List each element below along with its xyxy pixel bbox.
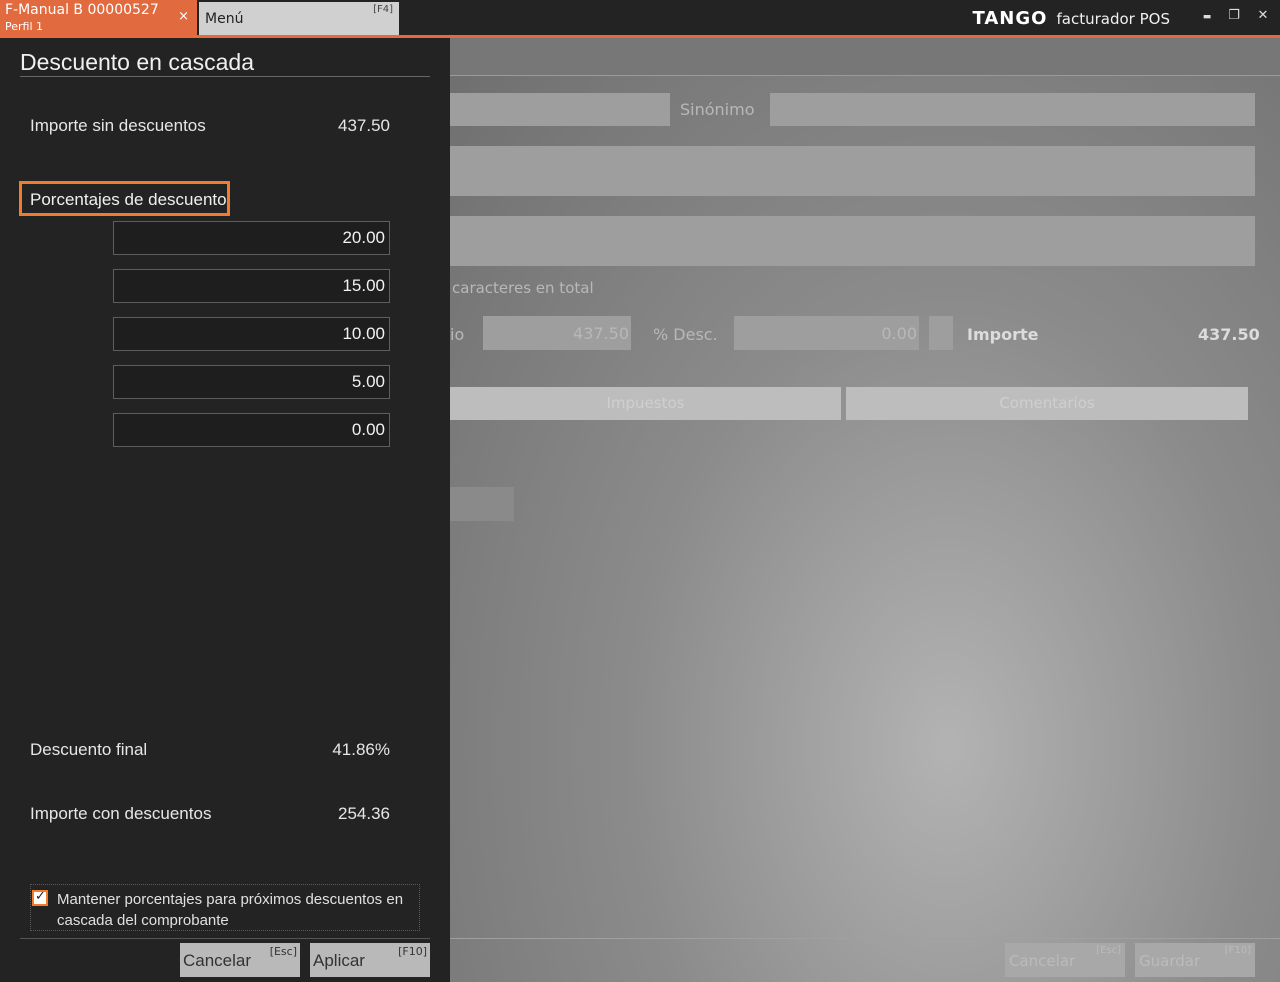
bg-cancel-shortcut: [Esc] (1096, 945, 1121, 956)
discount-percentage-5[interactable] (113, 413, 390, 447)
panel-title: Descuento en cascada (20, 49, 254, 75)
apply-button[interactable]: Aplicar [F10] (310, 943, 430, 977)
menu-tab[interactable]: Menú [F4] (199, 2, 399, 35)
bg-price-field: 437.50 (483, 316, 631, 350)
bg-tab-taxes: Impuestos (450, 387, 841, 420)
importe-sin-descuentos-value: 437.50 (338, 116, 390, 135)
background-form: Sinónimo caracteres en total io 437.50 %… (450, 38, 1280, 982)
menu-tab-shortcut: [F4] (373, 4, 393, 15)
bg-save-label: Guardar (1139, 952, 1201, 970)
bg-desc-label: % Desc. (653, 325, 718, 344)
bg-save-shortcut: [F10] (1224, 945, 1251, 956)
apply-button-shortcut: [F10] (398, 945, 427, 958)
bg-cancel-button: Cancelar [Esc] (1005, 943, 1125, 977)
keep-percentages-checkbox[interactable]: ✓ (32, 889, 48, 906)
title-bar: F-Manual B 00000527 Perfil 1 × Menú [F4]… (0, 0, 1280, 35)
minimize-icon[interactable]: ▬ (1198, 12, 1216, 30)
discount-percentage-1[interactable] (113, 221, 390, 255)
porcentajes-section-header: Porcentajes de descuento (19, 181, 230, 216)
brand-name: TANGO (972, 8, 1048, 29)
porcentajes-section-label: Porcentajes de descuento (30, 190, 227, 209)
bg-importe-label: Importe (967, 325, 1039, 344)
bg-desc-button (929, 316, 953, 350)
bg-description-field (450, 146, 1255, 196)
cancel-button-shortcut: [Esc] (269, 945, 297, 958)
discount-percentage-2[interactable] (113, 269, 390, 303)
importe-con-descuentos-label: Importe con descuentos (30, 804, 212, 823)
bg-cancel-label: Cancelar (1009, 952, 1076, 970)
restore-icon[interactable]: ❐ (1225, 8, 1243, 26)
background-header (450, 38, 1280, 76)
background-header-divider (450, 75, 1280, 76)
cancel-button-label: Cancelar (183, 951, 252, 970)
bg-save-button: Guardar [F10] (1135, 943, 1255, 977)
bg-footer-divider (450, 938, 1280, 939)
bg-price-value: 437.50 (573, 324, 629, 343)
bg-tab-comments: Comentarios (846, 387, 1248, 420)
bg-desc-value: 0.00 (881, 324, 917, 343)
bg-synonym-label: Sinónimo (680, 100, 755, 119)
bg-additional-field (450, 216, 1255, 266)
panel-title-divider (20, 76, 430, 77)
keep-percentages-option[interactable]: ✓ Mantener porcentajes para próximos des… (30, 884, 420, 931)
cascade-discount-panel: Descuento en cascada Importe sin descuen… (0, 38, 450, 982)
checkmark-icon: ✓ (35, 889, 46, 904)
bg-importe-value: 437.50 (1198, 325, 1260, 344)
importe-sin-descuentos-label: Importe sin descuentos (30, 116, 206, 135)
brand-product: facturador POS (1056, 10, 1170, 28)
discount-percentage-4[interactable] (113, 365, 390, 399)
brand-logo: TANGO facturador POS (972, 8, 1170, 29)
document-tab[interactable]: F-Manual B 00000527 Perfil 1 × (0, 0, 197, 35)
keep-percentages-label[interactable]: Mantener porcentajes para próximos descu… (57, 889, 417, 931)
bg-combo (450, 487, 514, 521)
bg-price-label: io (450, 325, 465, 344)
importe-con-descuentos-value: 254.36 (338, 804, 390, 823)
bg-article-field (450, 93, 670, 126)
window-close-icon[interactable]: ✕ (1254, 8, 1272, 26)
panel-footer-divider (20, 938, 430, 939)
bg-synonym-field (770, 93, 1255, 126)
bg-chars-text: caracteres en total (452, 279, 594, 297)
discount-percentage-3[interactable] (113, 317, 390, 351)
document-tab-subtitle: Perfil 1 (5, 20, 44, 33)
menu-tab-label: Menú (205, 11, 244, 27)
close-tab-icon[interactable]: × (178, 9, 189, 24)
cancel-button[interactable]: Cancelar [Esc] (180, 943, 300, 977)
document-tab-title: F-Manual B 00000527 (5, 2, 159, 18)
descuento-final-value: 41.86% (332, 740, 390, 759)
bg-desc-field: 0.00 (734, 316, 919, 350)
descuento-final-label: Descuento final (30, 740, 148, 759)
apply-button-label: Aplicar (313, 951, 365, 970)
